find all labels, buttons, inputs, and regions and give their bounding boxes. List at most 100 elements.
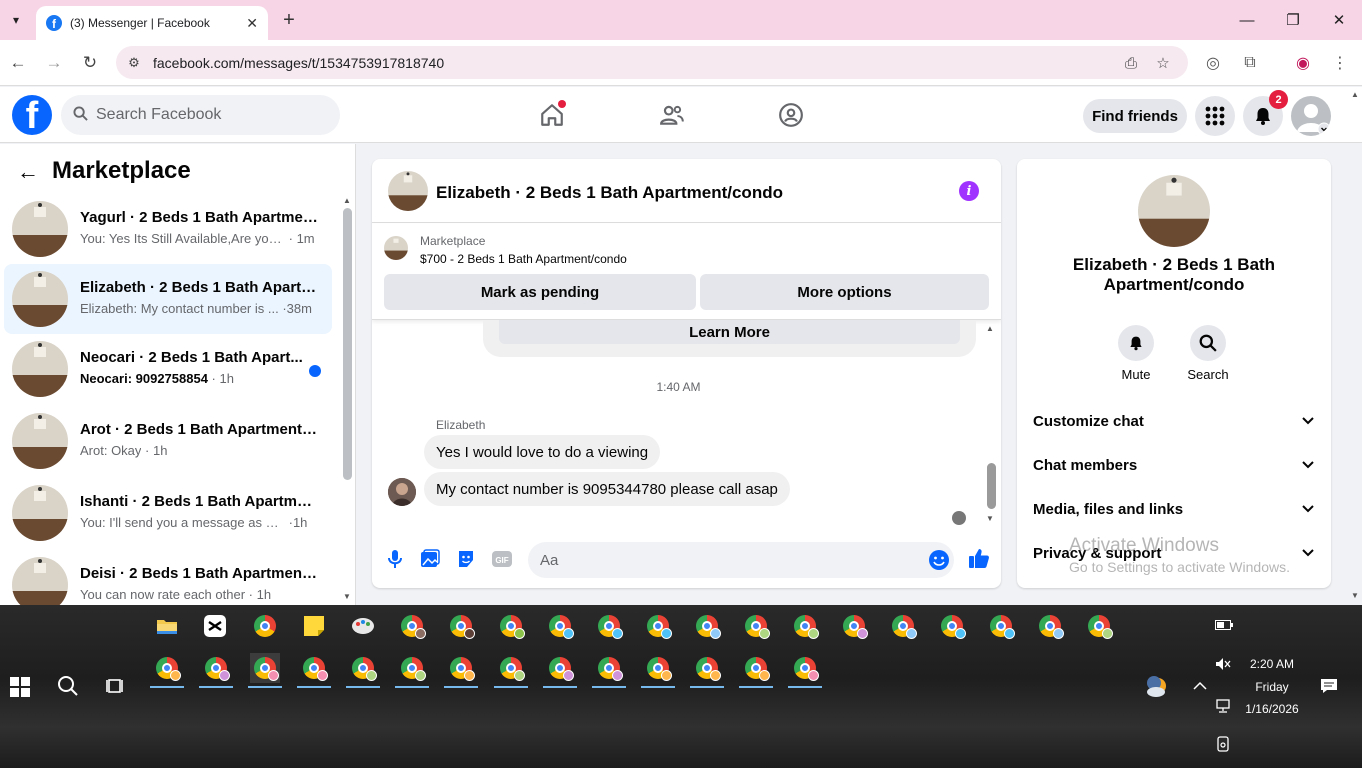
- account-avatar[interactable]: [1291, 96, 1331, 136]
- back-button[interactable]: ←: [6, 51, 30, 75]
- browser-menu-icon[interactable]: ⋮: [1328, 51, 1352, 75]
- scroll-up-arrow-icon[interactable]: ▲: [343, 196, 351, 205]
- translate-icon[interactable]: ◎: [1201, 51, 1225, 75]
- chrome-profile-icon[interactable]: [788, 653, 822, 688]
- chrome-app-icon[interactable]: [250, 611, 280, 641]
- chat-scroll-down-icon[interactable]: ▼: [986, 514, 994, 523]
- chrome-profile-icon[interactable]: [690, 653, 724, 688]
- find-friends-button[interactable]: Find friends: [1083, 99, 1187, 133]
- conversation-item-ishanti[interactable]: Ishanti · 2 Beds 1 Bath Apartmen... You:…: [4, 478, 332, 548]
- chrome-profile-icon[interactable]: [150, 653, 184, 688]
- browser-tab-messenger[interactable]: f (3) Messenger | Facebook ✕: [36, 6, 268, 40]
- search-action[interactable]: Search: [1178, 325, 1238, 382]
- learn-more-button[interactable]: Learn More: [499, 320, 960, 344]
- network-icon[interactable]: [1214, 697, 1232, 715]
- chrome-profile-icon[interactable]: [692, 611, 722, 641]
- chrome-profile-icon[interactable]: [397, 611, 427, 641]
- show-hidden-icons-chevron-icon[interactable]: [1191, 677, 1209, 695]
- listing-price-title[interactable]: $700 - 2 Beds 1 Bath Apartment/condo: [420, 252, 627, 266]
- chrome-profile-icon[interactable]: [741, 611, 771, 641]
- sender-avatar[interactable]: [388, 478, 416, 506]
- close-window-button[interactable]: ✕: [1327, 8, 1351, 32]
- search-in-chat-icon[interactable]: [1190, 325, 1226, 361]
- conversation-item-arot[interactable]: Arot · 2 Beds 1 Bath Apartment/... Arot:…: [4, 406, 332, 476]
- chrome-profile-icon[interactable]: [594, 611, 624, 641]
- site-info-icon[interactable]: ⚙: [124, 53, 144, 73]
- chat-title[interactable]: Elizabeth · 2 Beds 1 Bath Apartment/cond…: [436, 183, 783, 203]
- close-tab-icon[interactable]: ✕: [246, 15, 258, 32]
- message-composer[interactable]: [528, 542, 954, 578]
- facebook-logo-icon[interactable]: f: [12, 95, 52, 135]
- new-tab-button[interactable]: +: [278, 8, 300, 32]
- chrome-profile-icon[interactable]: [592, 653, 626, 688]
- chrome-profile-icon[interactable]: [444, 653, 478, 688]
- groups-nav-icon[interactable]: [775, 99, 807, 131]
- windows-start-icon[interactable]: [10, 677, 30, 697]
- chrome-profile-icon[interactable]: [199, 653, 233, 688]
- message-bubble[interactable]: My contact number is 9095344780 please c…: [424, 472, 790, 506]
- bookmark-star-icon[interactable]: ☆: [1152, 52, 1174, 74]
- message-bubble[interactable]: Yes I would love to do a viewing: [424, 435, 661, 469]
- chrome-profile-icon[interactable]: [643, 611, 673, 641]
- conversations-scrollbar[interactable]: [343, 208, 352, 480]
- mark-as-pending-button[interactable]: Mark as pending: [384, 274, 696, 310]
- chrome-profile-icon[interactable]: [839, 611, 869, 641]
- chrome-profile-icon[interactable]: [494, 653, 528, 688]
- chrome-profile-icon[interactable]: [543, 653, 577, 688]
- emoji-icon[interactable]: [928, 549, 950, 571]
- back-arrow-icon[interactable]: ←: [14, 158, 42, 186]
- gif-icon[interactable]: GIF: [491, 548, 513, 570]
- file-explorer-icon[interactable]: [152, 611, 182, 641]
- chrome-profile-icon[interactable]: [641, 653, 675, 688]
- restore-button[interactable]: ❐: [1281, 8, 1305, 32]
- page-scroll-down-icon[interactable]: ▼: [1351, 591, 1359, 600]
- url-text[interactable]: facebook.com/messages/t/1534753917818740: [153, 55, 444, 71]
- chrome-profile-icon[interactable]: [1084, 611, 1114, 641]
- extensions-icon[interactable]: ⧉: [1238, 51, 1262, 75]
- chrome-profile-icon[interactable]: [297, 653, 331, 688]
- details-listing-photo[interactable]: [1138, 175, 1210, 247]
- chrome-profile-icon[interactable]: [790, 611, 820, 641]
- chrome-profile-icon[interactable]: [346, 653, 380, 688]
- privacy-support-section[interactable]: Privacy & support: [1033, 533, 1315, 573]
- task-view-icon[interactable]: [102, 672, 130, 700]
- taskbar-search-icon[interactable]: [54, 672, 82, 700]
- chrome-profile-icon[interactable]: [888, 611, 918, 641]
- chrome-profile-icon[interactable]: [545, 611, 575, 641]
- reload-button[interactable]: ↻: [78, 51, 102, 75]
- message-input[interactable]: [540, 542, 920, 578]
- forward-button[interactable]: →: [42, 51, 66, 75]
- install-app-icon[interactable]: ⎙: [1120, 52, 1142, 74]
- mute-action[interactable]: Mute: [1106, 325, 1166, 382]
- paint-app-icon[interactable]: [348, 611, 378, 641]
- chrome-profile-icon[interactable]: [986, 611, 1016, 641]
- microphone-icon[interactable]: [384, 548, 406, 570]
- conversation-item-deisi[interactable]: Deisi · 2 Beds 1 Bath Apartment/... You …: [4, 550, 332, 605]
- weather-icon[interactable]: [1144, 675, 1168, 699]
- chrome-profile-icon[interactable]: [937, 611, 967, 641]
- chrome-profile-icon[interactable]: [1035, 611, 1065, 641]
- sticky-notes-icon[interactable]: [299, 611, 329, 641]
- conversation-info-icon[interactable]: i: [959, 181, 979, 201]
- volume-muted-icon[interactable]: [1214, 655, 1232, 673]
- profile-icon[interactable]: ◉: [1291, 51, 1315, 75]
- tab-search-button[interactable]: ▾: [4, 8, 28, 32]
- conversation-item-elizabeth[interactable]: Elizabeth · 2 Beds 1 Bath Apartm... Eliz…: [4, 264, 332, 334]
- chrome-profile-icon[interactable]: [395, 653, 429, 688]
- home-nav-icon[interactable]: [536, 99, 568, 131]
- page-scroll-up-icon[interactable]: ▲: [1351, 90, 1359, 99]
- capcut-app-icon[interactable]: [200, 611, 230, 641]
- chrome-profile-icon[interactable]: [739, 653, 773, 688]
- customize-chat-section[interactable]: Customize chat: [1033, 401, 1315, 441]
- chat-scrollbar[interactable]: [987, 463, 996, 509]
- more-options-button[interactable]: More options: [700, 274, 989, 310]
- sticker-icon[interactable]: [455, 548, 477, 570]
- photo-attach-icon[interactable]: [419, 548, 441, 570]
- friends-nav-icon[interactable]: [656, 99, 688, 131]
- like-thumbs-up-icon[interactable]: [968, 547, 990, 569]
- clock-day[interactable]: Friday: [1238, 680, 1306, 694]
- clock-date[interactable]: 1/16/2026: [1238, 702, 1306, 716]
- chrome-profile-icon-active[interactable]: [248, 653, 282, 688]
- clock-time[interactable]: 2:20 AM: [1238, 657, 1306, 671]
- scroll-down-arrow-icon[interactable]: ▼: [343, 592, 351, 601]
